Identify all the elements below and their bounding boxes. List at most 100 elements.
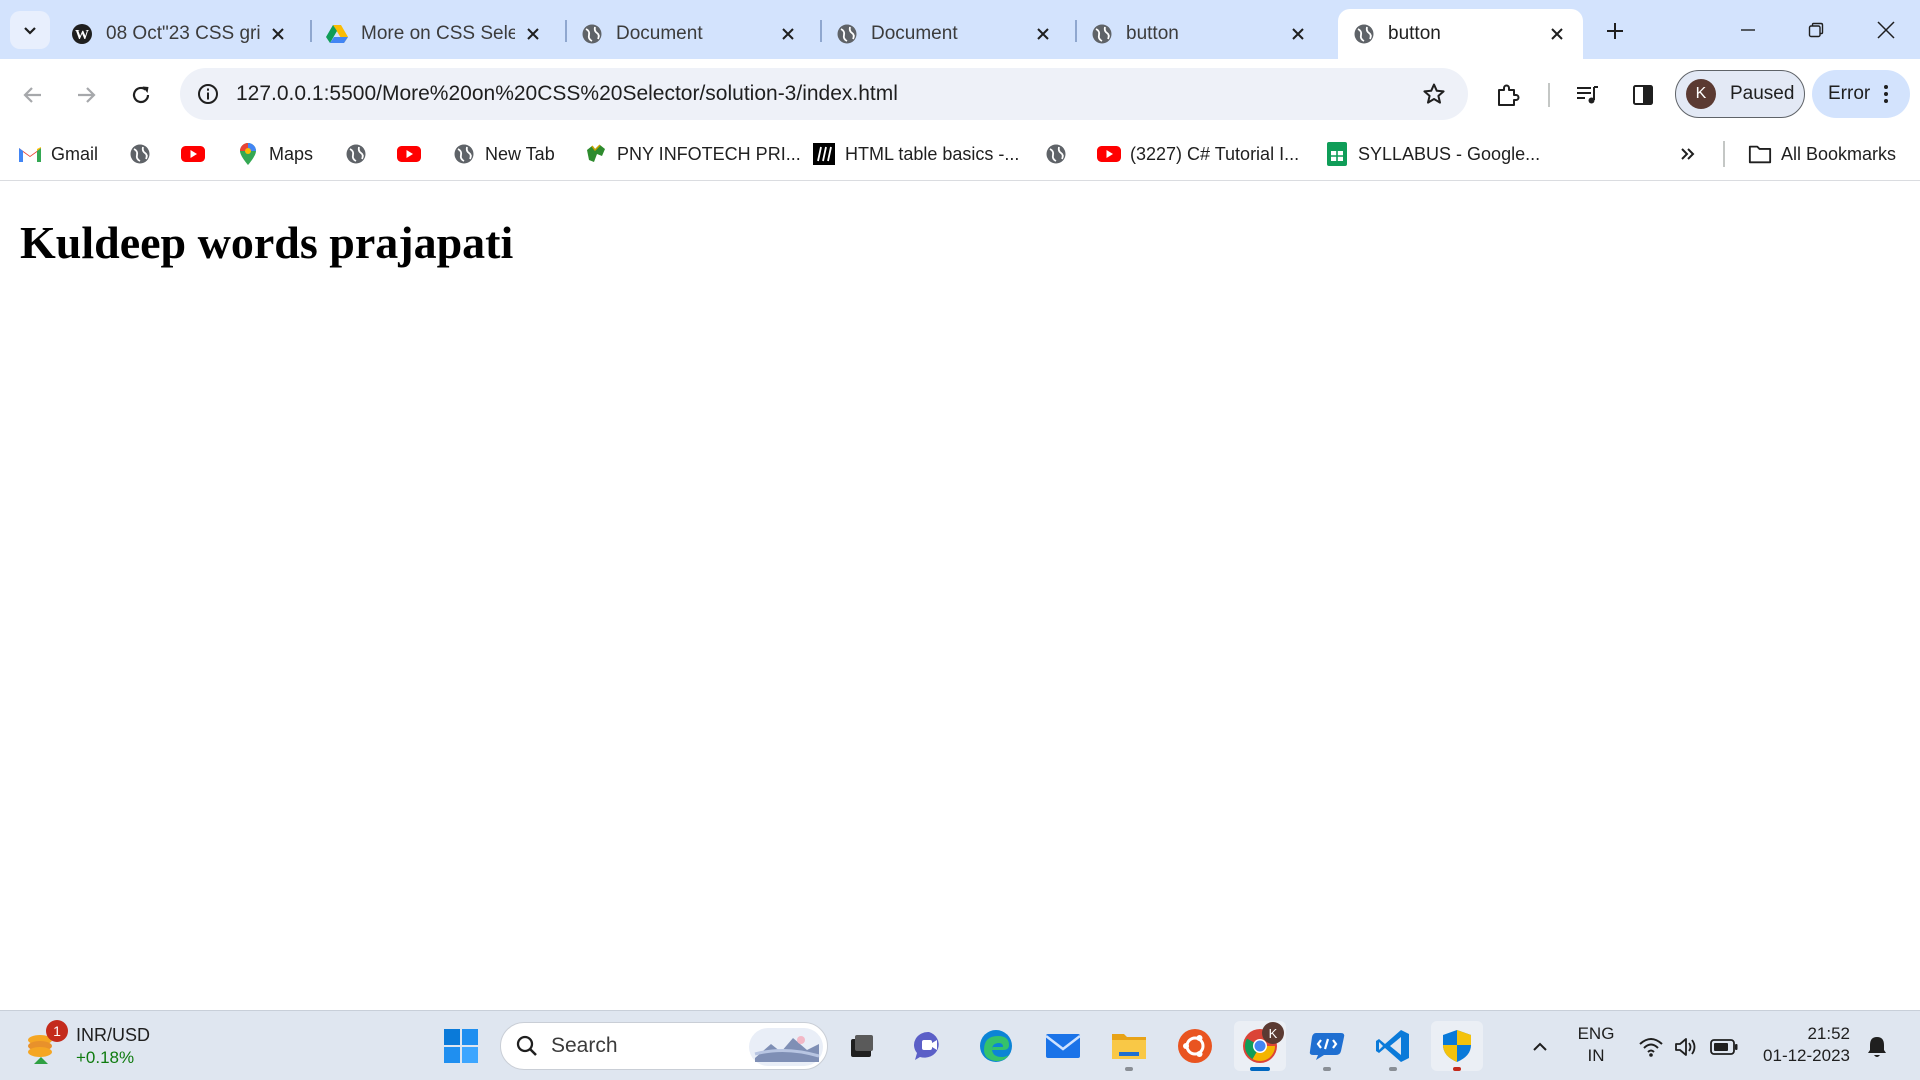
close-icon[interactable] [776,22,800,46]
profile-status-label: Paused [1730,83,1795,104]
teams-chat-button[interactable] [903,1021,955,1071]
task-view-icon [851,1035,873,1057]
tab-title: More on CSS Selec [361,23,515,44]
currency-widget[interactable]: 1 INR/USD +0.18% [24,1019,150,1073]
search-icon [516,1035,537,1056]
bookmark-maps[interactable]: Maps [236,137,313,171]
taskbar-search[interactable]: Search [500,1022,828,1070]
bookmark-label: Maps [269,143,314,164]
bookmark-globe-1[interactable] [128,137,152,171]
all-bookmarks-button[interactable]: All Bookmarks [1748,137,1896,171]
close-icon[interactable] [1031,22,1055,46]
bookmark-youtube-1[interactable] [181,137,205,171]
tab-document-2[interactable]: Document [821,9,1069,59]
site-info-icon[interactable] [188,74,228,114]
restore-button[interactable] [1786,6,1846,54]
bookmarks-overflow-button[interactable] [1676,137,1700,171]
close-icon[interactable] [1545,22,1569,46]
volume-icon [1675,1038,1696,1056]
tab-title: button [1388,23,1441,44]
folder-icon [1112,1034,1146,1059]
bookmark-gmail[interactable]: Gmail [18,137,98,171]
profile-button[interactable]: K Paused [1675,70,1805,118]
more-vert-icon [1884,85,1889,103]
clock-time: 21:52 [1807,1024,1850,1043]
wifi-button[interactable] [1636,1032,1666,1062]
bookmark-youtube-2[interactable] [397,137,421,171]
gmail-icon [18,142,42,166]
copilot-app-button[interactable] [1301,1021,1353,1071]
wifi-icon [1639,1038,1663,1057]
tab-more-css-selectors[interactable]: More on CSS Selec [311,9,559,59]
bookmark-label: HTML table basics -... [845,143,1020,164]
bell-icon [1868,1037,1886,1057]
back-button[interactable] [14,76,52,114]
bookmark-syllabus[interactable]: SYLLABUS - Google... [1325,137,1540,171]
ubuntu-button[interactable] [1169,1021,1221,1071]
bookmark-star-icon[interactable] [1414,74,1454,114]
side-panel-icon [1633,85,1653,105]
edge-button[interactable] [970,1021,1022,1071]
restore-icon [1808,22,1824,38]
close-icon[interactable] [1286,22,1310,46]
error-menu-button[interactable]: Error [1812,70,1910,118]
edge-icon [980,1030,1012,1062]
bookmark-globe-2[interactable] [344,137,368,171]
tab-search-button[interactable] [10,11,50,49]
tab-document-1[interactable]: Document [566,9,814,59]
bookmark-new-tab[interactable]: New Tab [452,137,555,171]
show-hidden-icons-button[interactable] [1524,1031,1556,1063]
tab-button-active[interactable]: button [1338,9,1583,59]
extensions-button[interactable] [1489,76,1527,114]
youtube-icon [1097,142,1121,166]
tab-button-1[interactable]: button [1076,9,1324,59]
all-bookmarks-label: All Bookmarks [1781,143,1897,164]
security-button[interactable] [1431,1021,1483,1071]
youtube-icon [397,142,421,166]
currency-icon: 1 [24,1020,68,1066]
vscode-button[interactable] [1367,1021,1419,1071]
mail-button[interactable] [1037,1021,1089,1071]
side-panel-button[interactable] [1624,76,1662,114]
bookmark-globe-3[interactable] [1044,137,1068,171]
page-viewport: Kuldeep words prajapati [0,182,1920,1010]
notifications-button[interactable] [1862,1032,1892,1062]
close-window-button[interactable] [1856,6,1916,54]
bookmark-html-table-basics[interactable]: HTML table basics -... [812,137,1019,171]
queue-music-icon [1577,86,1598,104]
start-button[interactable] [435,1021,487,1071]
tab-title: button [1126,23,1179,44]
region-label: IN [1587,1046,1605,1065]
minimize-button[interactable] [1718,6,1778,54]
close-icon [1877,21,1895,39]
bookmark-pny-infotech[interactable]: PNY INFOTECH PRI... [584,137,801,171]
battery-button[interactable] [1709,1032,1739,1062]
task-view-button[interactable] [836,1021,888,1071]
browser-toolbar: 127.0.0.1:5500/More%20on%20CSS%20Selecto… [0,59,1920,129]
chrome-button[interactable]: K [1234,1021,1286,1071]
clock-button[interactable]: 21:52 01-12-2023 [1752,1023,1850,1067]
bookmark-label: New Tab [485,143,555,164]
input-language-button[interactable]: ENG IN [1572,1023,1620,1067]
tab-css-grid[interactable]: W 08 Oct"23 CSS grid [56,9,304,59]
running-indicator [1125,1067,1133,1071]
close-icon[interactable] [521,22,545,46]
back-arrow-icon [23,87,41,103]
url-text[interactable]: 127.0.0.1:5500/More%20on%20CSS%20Selecto… [236,82,1414,106]
file-explorer-button[interactable] [1103,1021,1155,1071]
new-tab-button[interactable] [1598,14,1632,48]
code-app-icon [1309,1033,1345,1060]
media-controls-button[interactable] [1568,76,1606,114]
close-icon[interactable] [266,22,290,46]
ubuntu-icon [1178,1029,1212,1063]
youtube-icon [181,142,205,166]
reload-button[interactable] [122,76,160,114]
address-bar[interactable]: 127.0.0.1:5500/More%20on%20CSS%20Selecto… [180,68,1468,120]
tab-title: Document [616,23,703,44]
volume-button[interactable] [1672,1032,1702,1062]
bookmark-csharp-tutorial[interactable]: (3227) C# Tutorial I... [1097,137,1299,171]
maps-icon [236,142,260,166]
google-drive-icon [325,22,349,46]
forward-button[interactable] [67,76,105,114]
globe-icon [344,142,368,166]
